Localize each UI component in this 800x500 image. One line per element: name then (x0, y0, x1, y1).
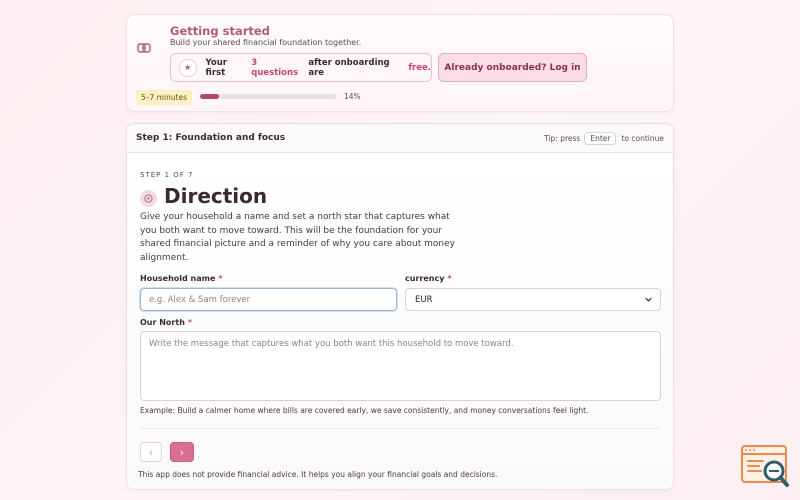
household-name-label-text: Household name (140, 274, 216, 283)
currency-select[interactable]: EUR (405, 288, 661, 311)
currency-value: EUR (415, 294, 433, 305)
login-button[interactable]: Already onboarded? Log in (438, 53, 587, 82)
progress-fill (200, 94, 220, 99)
required-mark: * (447, 274, 452, 283)
required-mark: * (187, 318, 193, 327)
currency-label: currency * (405, 274, 452, 283)
step-header: Step 1: Foundation and focus Tip: press … (127, 124, 673, 153)
enter-key-hint: Enter (584, 132, 617, 145)
promo-end: free. (408, 62, 431, 73)
step-header-title: Step 1: Foundation and focus (136, 133, 286, 143)
keyboard-tip: Tip: press Enter to continue (544, 132, 664, 145)
step-description: Give your household a name and set a nor… (140, 212, 455, 263)
promo-middle: after onboarding are (308, 57, 390, 78)
chevron-down-icon (645, 297, 652, 302)
step-title: Direction (164, 184, 268, 208)
household-name-label: Household name * (140, 274, 223, 283)
progress-percent: 14% (344, 92, 361, 101)
step-body: STEP 1 OF 7 Direction Give your househol… (127, 153, 673, 489)
step-card: Step 1: Foundation and focus Tip: press … (126, 123, 674, 490)
getting-started-card: Getting started Build your shared financ… (126, 14, 674, 112)
tip-suffix: to continue (621, 134, 664, 143)
our-north-label-text: Our North (140, 318, 185, 327)
tip-prefix: Tip: press (544, 134, 581, 143)
star-icon: ★ (179, 58, 197, 77)
page-subtitle: Build your shared financial foundation t… (170, 38, 362, 47)
our-north-textarea[interactable] (140, 331, 661, 401)
example-hint: Example: Build a calmer home where bills… (140, 406, 589, 415)
household-name-input[interactable] (140, 288, 397, 311)
time-estimate-badge: 5–7 minutes (136, 90, 193, 105)
page-title: Getting started (170, 24, 270, 38)
promo-highlight: 3 questions (251, 57, 299, 78)
previous-button[interactable]: ‹ (140, 442, 162, 462)
promo-prefix: Your first (205, 57, 227, 78)
required-mark: * (218, 274, 223, 283)
step-counter: STEP 1 OF 7 (140, 171, 194, 179)
chevron-left-icon: ‹ (148, 445, 154, 459)
linked-hearts-icon (137, 43, 151, 53)
progress-bar (200, 94, 337, 99)
chevron-right-icon: › (179, 445, 185, 459)
currency-label-text: currency (405, 274, 445, 283)
divider (140, 428, 660, 429)
disclaimer-text: This app does not provide financial advi… (138, 470, 498, 479)
free-questions-banner: ★ Your first 3 questions after onboardin… (170, 53, 432, 82)
search-document-icon[interactable] (741, 445, 791, 489)
next-button[interactable]: › (170, 442, 194, 462)
our-north-label: Our North * (140, 318, 192, 327)
compass-icon (140, 190, 157, 207)
